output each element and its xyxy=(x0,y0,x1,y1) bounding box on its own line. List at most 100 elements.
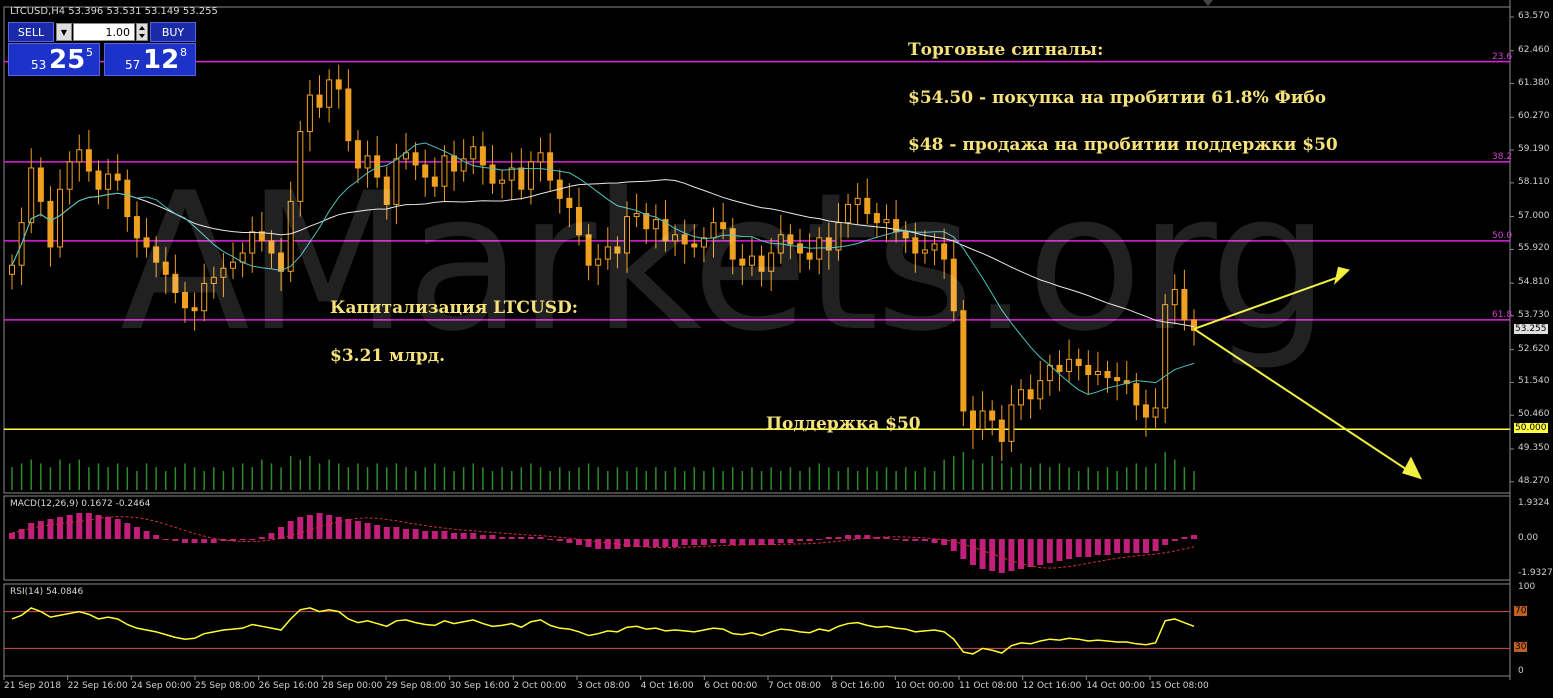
macd-histogram-bar xyxy=(470,533,477,539)
macd-histogram-bar xyxy=(921,539,928,541)
macd-histogram-bar xyxy=(845,535,852,539)
price-tick-label: 61.380 xyxy=(1518,77,1550,88)
time-tick-label: 30 Sep 16:00 xyxy=(449,681,510,691)
macd-histogram-bar xyxy=(114,519,121,539)
macd-histogram-bar xyxy=(85,513,92,539)
macd-histogram-bar xyxy=(451,533,458,539)
signal-sell-text: $48 - продажа на пробитии поддержки $50 xyxy=(908,135,1338,155)
macd-histogram-bar xyxy=(652,539,659,547)
buy-price-quote[interactable]: 57 12 8 xyxy=(104,43,196,76)
macd-histogram-bar xyxy=(595,539,602,549)
buy-price-prefix: 57 xyxy=(125,58,141,72)
scroll-chevron-icon xyxy=(1203,0,1213,6)
macd-tick-label: 1.9324 xyxy=(1518,498,1550,508)
candle-bull xyxy=(66,161,73,190)
candle-bull xyxy=(1008,404,1015,442)
candle-bull xyxy=(28,167,35,224)
buy-arrow-head xyxy=(1334,266,1350,285)
candle-bear xyxy=(85,149,92,172)
macd-histogram-bar xyxy=(489,535,496,539)
sell-price-quote[interactable]: 53 25 5 xyxy=(8,43,100,76)
rsi-tick-label: 0 xyxy=(1518,666,1524,676)
macd-histogram-bar xyxy=(710,539,717,543)
macd-histogram-bar xyxy=(249,539,256,540)
rsi-line xyxy=(11,607,1195,655)
lot-dropdown[interactable]: ▼ xyxy=(56,23,72,41)
lot-stepper[interactable] xyxy=(136,23,148,41)
macd-histogram-bar xyxy=(364,523,371,539)
candle-bull xyxy=(979,410,986,430)
time-tick-label: 11 Oct 08:00 xyxy=(959,681,1018,691)
fib-label-23-6: 23.6 xyxy=(1492,51,1513,62)
time-tick-label: 4 Oct 16:00 xyxy=(640,681,694,691)
macd-histogram-bar xyxy=(1181,537,1188,539)
macd-histogram-bar xyxy=(153,535,160,539)
chevron-down-icon: ▼ xyxy=(60,27,68,37)
macd-histogram-bar xyxy=(998,539,1005,573)
macd-histogram-bar xyxy=(556,539,563,541)
cap-title: Капитализация LTCUSD: xyxy=(330,298,579,318)
macd-histogram-bar xyxy=(508,537,515,539)
macd-histogram-bar xyxy=(787,539,794,543)
macd-histogram-bar xyxy=(691,539,698,545)
candle-bear xyxy=(1142,404,1149,418)
macd-histogram-bar xyxy=(1104,539,1111,555)
signal-buy-text: $54.50 - покупка на пробитии 61.8% Фибо xyxy=(908,88,1327,108)
candle-bull xyxy=(1152,407,1159,418)
macd-histogram-bar xyxy=(931,539,938,543)
candle-bear xyxy=(989,410,996,421)
time-tick-label: 24 Sep 00:00 xyxy=(131,681,192,691)
watermark: AMarkets.org xyxy=(120,152,1330,373)
macd-histogram-bar xyxy=(1162,539,1169,545)
macd-histogram-bar xyxy=(9,533,15,539)
macd-histogram-bar xyxy=(66,515,73,539)
rsi-tick-label: 30 xyxy=(1514,642,1528,653)
time-tick-label: 14 Oct 00:00 xyxy=(1086,681,1145,691)
lot-size-input[interactable] xyxy=(73,23,135,41)
macd-histogram-bar xyxy=(1171,539,1178,541)
macd-label: MACD(12,26,9) 0.1672 -0.2464 xyxy=(10,499,151,509)
macd-histogram-bar xyxy=(201,539,208,543)
candle-bull xyxy=(1037,380,1044,400)
macd-histogram-bar xyxy=(105,517,112,539)
macd-histogram-bar xyxy=(210,539,217,543)
price-tick-label: 55.920 xyxy=(1518,243,1550,254)
macd-histogram-bar xyxy=(441,531,448,539)
macd-histogram-bar xyxy=(1046,539,1053,563)
candle-bull xyxy=(306,94,313,133)
macd-histogram-bar xyxy=(902,539,909,541)
time-tick-label: 8 Oct 16:00 xyxy=(831,681,885,691)
macd-histogram-bar xyxy=(960,539,967,559)
macd-histogram-bar xyxy=(989,539,996,571)
current-price-box: 53.255 xyxy=(1514,324,1548,335)
candle-bear xyxy=(969,410,976,430)
macd-histogram-bar xyxy=(374,525,381,539)
candle-bull xyxy=(105,173,112,190)
macd-histogram-bar xyxy=(191,539,198,543)
macd-histogram-bar xyxy=(1133,539,1140,553)
time-tick-label: 22 Sep 16:00 xyxy=(67,681,128,691)
macd-histogram-bar xyxy=(1085,539,1092,557)
sell-button[interactable]: SELL xyxy=(8,22,54,42)
sell-price-big: 25 xyxy=(49,45,86,75)
support-price-box: 50.000 xyxy=(1514,423,1548,434)
price-tick-label: 60.270 xyxy=(1518,111,1550,122)
macd-histogram-bar xyxy=(258,537,265,539)
macd-histogram-bar xyxy=(537,537,544,539)
price-tick-label: 49.350 xyxy=(1518,442,1550,453)
macd-histogram-bar xyxy=(57,517,64,539)
macd-histogram-bar xyxy=(748,539,755,545)
macd-histogram-bar xyxy=(124,523,131,539)
macd-histogram-bar xyxy=(662,539,669,547)
sell-price-sup: 5 xyxy=(86,46,93,59)
fib-label-61-8: 61.8 xyxy=(1492,309,1513,320)
buy-button[interactable]: BUY xyxy=(150,22,196,42)
macd-histogram-bar xyxy=(729,539,736,545)
macd-histogram-bar xyxy=(393,527,400,539)
price-tick-label: 53.730 xyxy=(1518,309,1550,320)
macd-histogram-bar xyxy=(1075,539,1082,557)
candle-bull xyxy=(1018,389,1025,406)
macd-histogram-bar xyxy=(950,539,957,551)
candle-bear xyxy=(1114,377,1121,382)
macd-histogram-bar xyxy=(403,529,409,539)
